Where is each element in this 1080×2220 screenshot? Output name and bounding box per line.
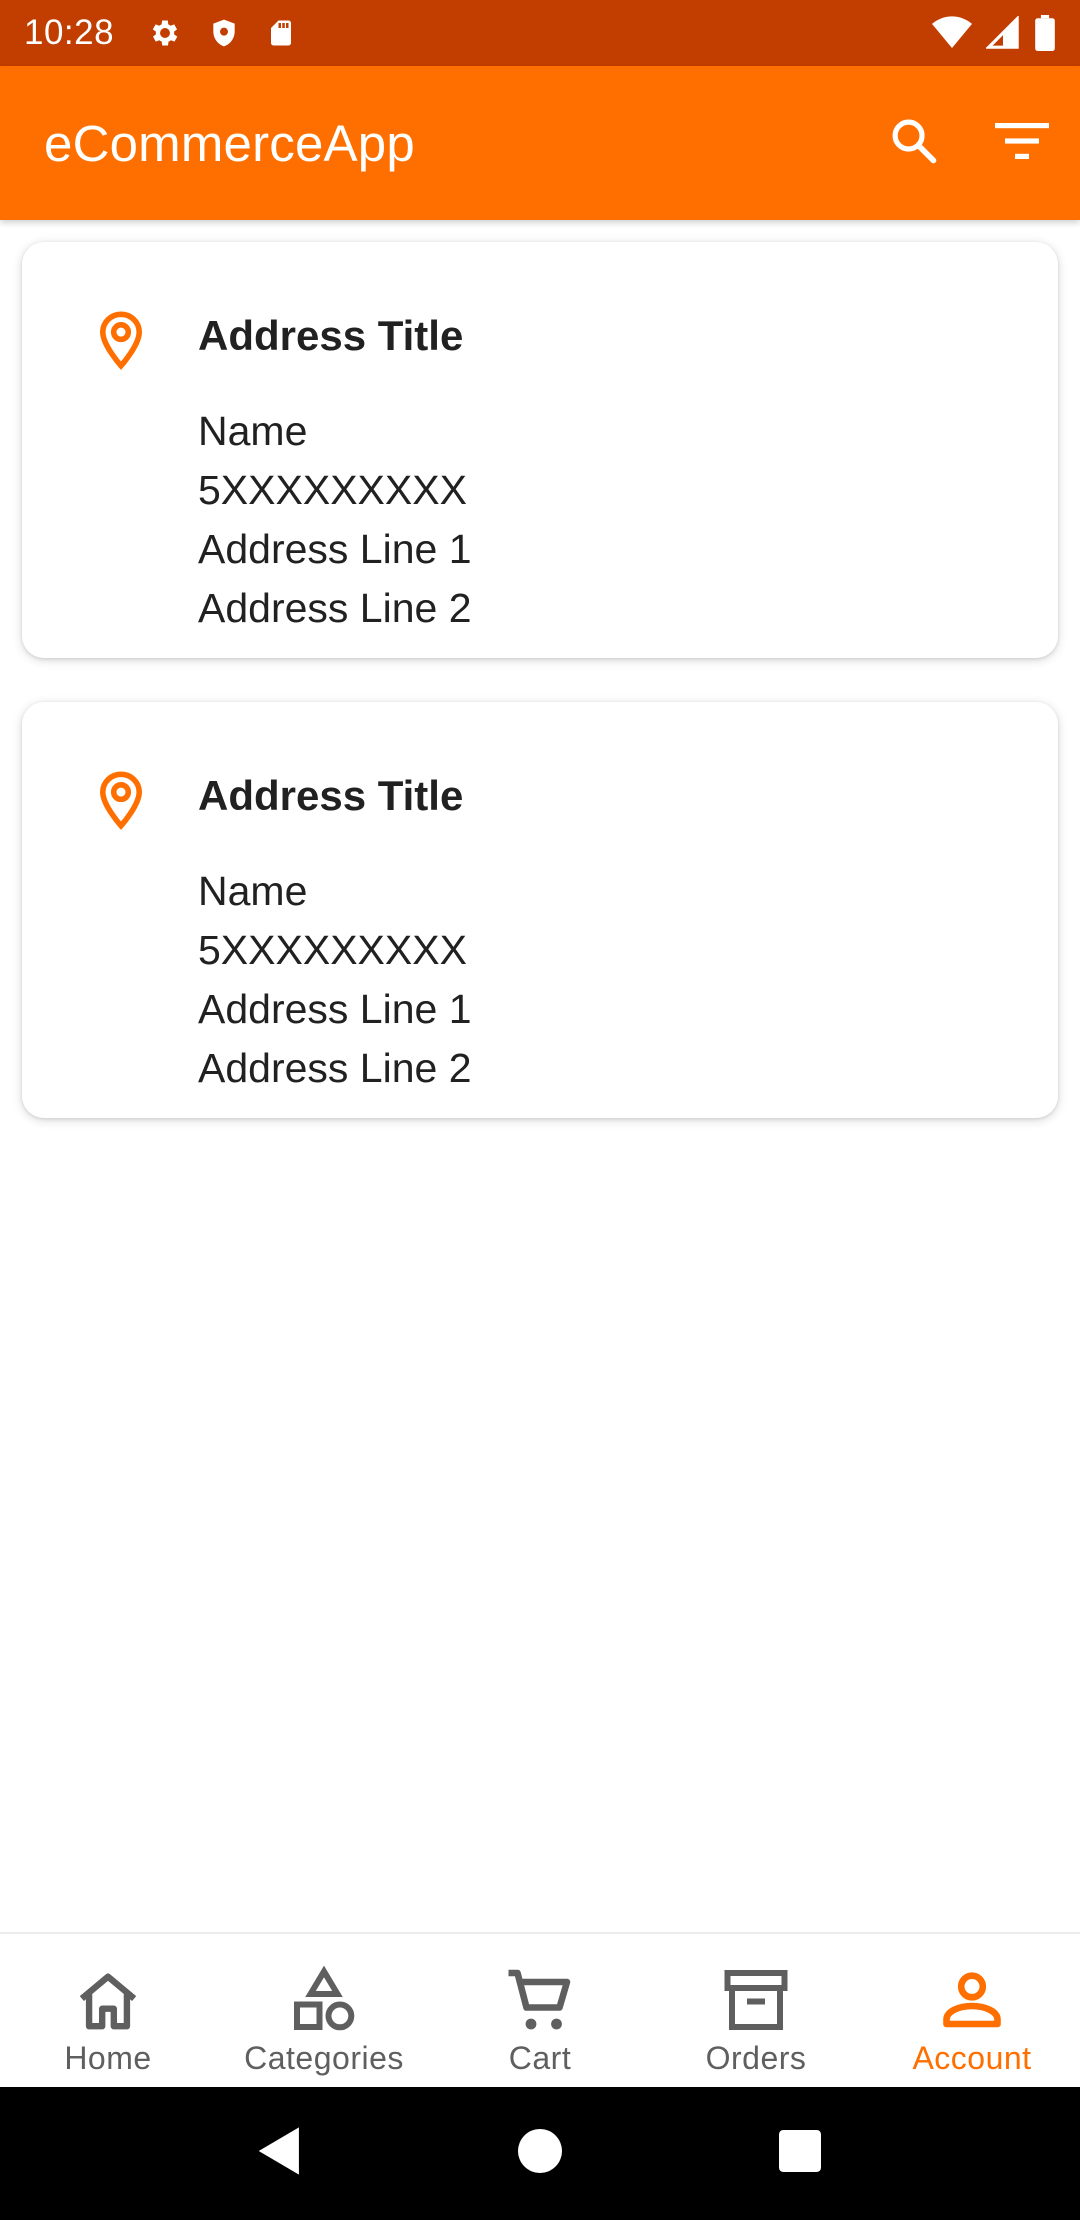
app-title: eCommerceApp bbox=[44, 114, 415, 172]
address-title: Address Title bbox=[198, 772, 464, 819]
signal-icon bbox=[986, 16, 1020, 50]
address-title: Address Title bbox=[198, 312, 464, 359]
orders-icon bbox=[720, 1964, 792, 2036]
app-bar-actions bbox=[864, 93, 1080, 193]
account-icon bbox=[936, 1964, 1008, 2036]
address-phone: 5XXXXXXXXX bbox=[198, 927, 467, 973]
location-pin-icon bbox=[94, 770, 148, 830]
filter-button[interactable] bbox=[972, 93, 1072, 193]
nav-item-cart[interactable]: Cart bbox=[432, 1934, 648, 2087]
address-phone: 5XXXXXXXXX bbox=[198, 467, 467, 513]
system-home-button[interactable] bbox=[500, 2114, 580, 2194]
nav-item-home[interactable]: Home bbox=[0, 1934, 216, 2087]
gear-icon bbox=[148, 16, 182, 50]
status-right-icons bbox=[932, 15, 1056, 51]
nav-item-categories[interactable]: Categories bbox=[216, 1934, 432, 2087]
address-name: Name bbox=[198, 408, 308, 454]
cart-icon bbox=[504, 1964, 576, 2036]
status-time: 10:28 bbox=[24, 13, 115, 52]
address-details: Name 5XXXXXXXXX Address Line 1 Address L… bbox=[198, 402, 472, 638]
home-circle-icon bbox=[518, 2129, 562, 2178]
address-line-2: Address Line 2 bbox=[198, 585, 472, 631]
bottom-navigation: Home Categories Cart Orders Account bbox=[0, 1932, 1080, 2087]
battery-icon bbox=[1034, 15, 1056, 51]
address-line-2: Address Line 2 bbox=[198, 1045, 472, 1091]
address-card[interactable]: Address Title Name 5XXXXXXXXX Address Li… bbox=[22, 242, 1058, 658]
nav-label-home: Home bbox=[64, 2040, 152, 2076]
status-bar: 10:28 bbox=[0, 0, 1080, 66]
location-pin-icon bbox=[94, 310, 148, 370]
sd-card-icon bbox=[266, 16, 296, 50]
recents-icon bbox=[779, 2130, 821, 2177]
shield-icon bbox=[208, 16, 240, 50]
filter-icon bbox=[995, 121, 1049, 166]
nav-label-orders: Orders bbox=[705, 2040, 807, 2076]
nav-item-account[interactable]: Account bbox=[864, 1934, 1080, 2087]
categories-icon bbox=[288, 1964, 360, 2036]
nav-item-orders[interactable]: Orders bbox=[648, 1934, 864, 2087]
status-left-icons bbox=[148, 16, 296, 50]
wifi-icon bbox=[932, 16, 972, 50]
address-details: Name 5XXXXXXXXX Address Line 1 Address L… bbox=[198, 862, 472, 1098]
app-bar: eCommerceApp bbox=[0, 66, 1080, 220]
search-icon bbox=[888, 115, 940, 172]
system-back-button[interactable] bbox=[240, 2114, 320, 2194]
address-list: Address Title Name 5XXXXXXXXX Address Li… bbox=[0, 220, 1080, 1932]
back-icon bbox=[256, 2125, 304, 2182]
home-icon bbox=[72, 1964, 144, 2036]
address-line-1: Address Line 1 bbox=[198, 986, 472, 1032]
nav-label-categories: Categories bbox=[244, 2040, 404, 2076]
nav-label-account: Account bbox=[912, 2040, 1032, 2076]
address-name: Name bbox=[198, 868, 308, 914]
system-navigation-bar bbox=[0, 2087, 1080, 2220]
address-card[interactable]: Address Title Name 5XXXXXXXXX Address Li… bbox=[22, 702, 1058, 1118]
nav-label-cart: Cart bbox=[508, 2040, 572, 2076]
search-button[interactable] bbox=[864, 93, 964, 193]
address-line-1: Address Line 1 bbox=[198, 526, 472, 572]
system-recents-button[interactable] bbox=[760, 2114, 840, 2194]
